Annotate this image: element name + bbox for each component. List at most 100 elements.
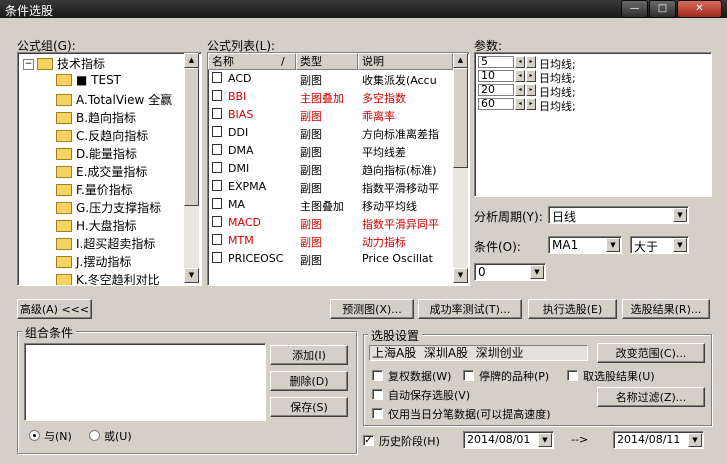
document-icon bbox=[212, 144, 222, 155]
change-scope-button[interactable]: 改变范围(C)... bbox=[597, 343, 705, 363]
tree-root[interactable]: − 技术指标 bbox=[23, 55, 105, 73]
formula-row[interactable]: MTM 副图 动力指标 bbox=[208, 232, 463, 249]
list-scrollbar[interactable]: ▲ ▼ bbox=[453, 53, 468, 283]
formula-row[interactable]: DMA 副图 平均线差 bbox=[208, 142, 463, 159]
column-header-desc[interactable]: 说明 bbox=[358, 53, 453, 70]
condition-value-select[interactable]: 0 ▼ bbox=[474, 263, 546, 281]
spin-up-icon[interactable]: ▸ bbox=[526, 84, 536, 96]
tree-item[interactable]: ■ TEST bbox=[56, 73, 121, 91]
folder-icon bbox=[56, 255, 72, 268]
period-select[interactable]: 日线 ▼ bbox=[548, 206, 689, 224]
folder-icon bbox=[56, 201, 72, 214]
history-checkbox[interactable]: ✓ bbox=[363, 435, 374, 446]
formula-list[interactable]: 名称 / 类型 说明 ACD 副图 收集派发(Accu BBI 主图叠加 多空指数 BI… bbox=[207, 52, 470, 286]
take-results-label: 取选股结果(U) bbox=[583, 370, 655, 383]
formula-row[interactable]: DDI 副图 方向标准离差指 bbox=[208, 124, 463, 141]
name-filter-button[interactable]: 名称过滤(Z)... bbox=[597, 387, 705, 407]
tree-item[interactable]: B.趋向指标 bbox=[56, 109, 136, 127]
scroll-up-icon[interactable]: ▲ bbox=[184, 53, 199, 68]
scroll-thumb[interactable] bbox=[184, 68, 199, 206]
formula-row[interactable]: EXPMA 副图 指数平滑移动平 bbox=[208, 178, 463, 195]
tree-item[interactable]: D.能量指标 bbox=[56, 145, 137, 163]
history-end-date[interactable]: 2014/08/11 ▼ bbox=[613, 431, 704, 449]
tree-item[interactable]: C.反趋向指标 bbox=[56, 127, 148, 145]
document-icon bbox=[212, 108, 222, 119]
formula-row[interactable]: MACD 副图 指数平滑异同平 bbox=[208, 214, 463, 231]
delete-button[interactable]: 删除(D) bbox=[270, 371, 348, 391]
spin-up-icon[interactable]: ▸ bbox=[526, 70, 536, 82]
formula-row[interactable]: DMI 副图 趋向指标(标准) bbox=[208, 160, 463, 177]
spin-down-icon[interactable]: ◂ bbox=[515, 84, 525, 96]
document-icon bbox=[212, 198, 222, 209]
autosave-checkbox[interactable] bbox=[372, 389, 383, 400]
chevron-down-icon[interactable]: ▼ bbox=[530, 265, 544, 279]
minimize-button[interactable]: — bbox=[621, 0, 648, 18]
tree-scrollbar[interactable]: ▲ ▼ bbox=[184, 53, 199, 283]
folder-icon bbox=[56, 73, 72, 86]
chevron-down-icon[interactable]: ▼ bbox=[688, 433, 702, 447]
scroll-down-icon[interactable]: ▼ bbox=[453, 268, 468, 283]
chevron-down-icon[interactable]: ▼ bbox=[538, 433, 552, 447]
take-results-checkbox[interactable] bbox=[567, 370, 578, 381]
condition-operator-select[interactable]: 大于 ▼ bbox=[630, 236, 689, 254]
param-input[interactable]: 20 bbox=[478, 84, 514, 96]
collapse-icon[interactable]: − bbox=[23, 59, 34, 70]
intraday-checkbox[interactable] bbox=[372, 408, 383, 419]
folder-icon bbox=[37, 57, 53, 70]
scroll-down-icon[interactable]: ▼ bbox=[184, 268, 199, 283]
document-icon bbox=[212, 162, 222, 173]
close-button[interactable]: ✕ bbox=[677, 0, 722, 18]
tree-item[interactable]: E.成交量指标 bbox=[56, 163, 147, 181]
chevron-down-icon[interactable]: ▼ bbox=[673, 238, 687, 252]
conditions-list[interactable] bbox=[24, 343, 266, 421]
document-icon bbox=[212, 216, 222, 227]
save-button[interactable]: 保存(S) bbox=[270, 397, 348, 417]
add-button[interactable]: 添加(I) bbox=[270, 345, 348, 365]
formula-row[interactable]: ACD 副图 收集派发(Accu bbox=[208, 70, 463, 87]
spin-up-icon[interactable]: ▸ bbox=[526, 98, 536, 110]
scroll-up-icon[interactable]: ▲ bbox=[453, 53, 468, 68]
spin-down-icon[interactable]: ◂ bbox=[515, 70, 525, 82]
fq-checkbox[interactable] bbox=[372, 370, 383, 381]
history-start-date[interactable]: 2014/08/01 ▼ bbox=[463, 431, 554, 449]
formula-group-tree[interactable]: − 技术指标 ■ TEST A.TotalView 全赢 B.趋向指标 C.反趋向… bbox=[17, 52, 202, 286]
formula-row-selected[interactable]: MA 主图叠加 移动平均线 bbox=[208, 196, 463, 213]
params-box: 5 ◂ ▸ 日均线; 10 ◂ ▸ 日均线; 20 ◂ ▸ 日均线; 60 ◂ … bbox=[474, 52, 712, 197]
formula-row[interactable]: BIAS 副图 乖离率 bbox=[208, 106, 463, 123]
document-icon bbox=[212, 126, 222, 137]
maximize-button[interactable]: □ bbox=[649, 0, 676, 18]
tree-item[interactable]: I.超买超卖指标 bbox=[56, 235, 155, 253]
and-radio[interactable] bbox=[29, 430, 40, 441]
param-input[interactable]: 5 bbox=[478, 56, 514, 68]
halted-checkbox[interactable] bbox=[463, 370, 474, 381]
results-button[interactable]: 选股结果(R)... bbox=[622, 299, 710, 319]
param-input[interactable]: 60 bbox=[478, 98, 514, 110]
scroll-thumb[interactable] bbox=[453, 68, 468, 168]
success-test-button[interactable]: 成功率测试(T)... bbox=[418, 299, 522, 319]
folder-icon bbox=[56, 237, 72, 250]
chevron-down-icon[interactable]: ▼ bbox=[673, 208, 687, 222]
param-input[interactable]: 10 bbox=[478, 70, 514, 82]
tree-item[interactable]: K.冬空趋利对比 bbox=[56, 271, 160, 285]
tree-item[interactable]: A.TotalView 全赢 bbox=[56, 91, 172, 109]
tree-item[interactable]: H.大盘指标 bbox=[56, 217, 137, 235]
formula-row[interactable]: PRICEOSC 副图 Price Oscillat bbox=[208, 250, 463, 267]
history-label: 历史阶段(H) bbox=[379, 435, 440, 448]
execute-button[interactable]: 执行选股(E) bbox=[528, 299, 617, 319]
spin-down-icon[interactable]: ◂ bbox=[515, 56, 525, 68]
tree-item[interactable]: J.摆动指标 bbox=[56, 253, 131, 271]
condition-line-select[interactable]: MA1 ▼ bbox=[548, 236, 622, 254]
chevron-down-icon[interactable]: ▼ bbox=[606, 238, 620, 252]
formula-row[interactable]: BBI 主图叠加 多空指数 bbox=[208, 88, 463, 105]
tree-item[interactable]: G.压力支撑指标 bbox=[56, 199, 161, 217]
advanced-button[interactable]: 高级(A) <<< bbox=[17, 299, 92, 319]
date-range-arrow: --> bbox=[571, 433, 589, 446]
or-radio[interactable] bbox=[89, 430, 100, 441]
column-header-name[interactable]: 名称 / bbox=[208, 53, 296, 70]
preview-button[interactable]: 预测图(X)... bbox=[330, 299, 414, 319]
spin-up-icon[interactable]: ▸ bbox=[526, 56, 536, 68]
column-header-type[interactable]: 类型 bbox=[296, 53, 358, 70]
spin-down-icon[interactable]: ◂ bbox=[515, 98, 525, 110]
tree-item[interactable]: F.量价指标 bbox=[56, 181, 133, 199]
window-title: 条件选股 bbox=[5, 4, 54, 18]
